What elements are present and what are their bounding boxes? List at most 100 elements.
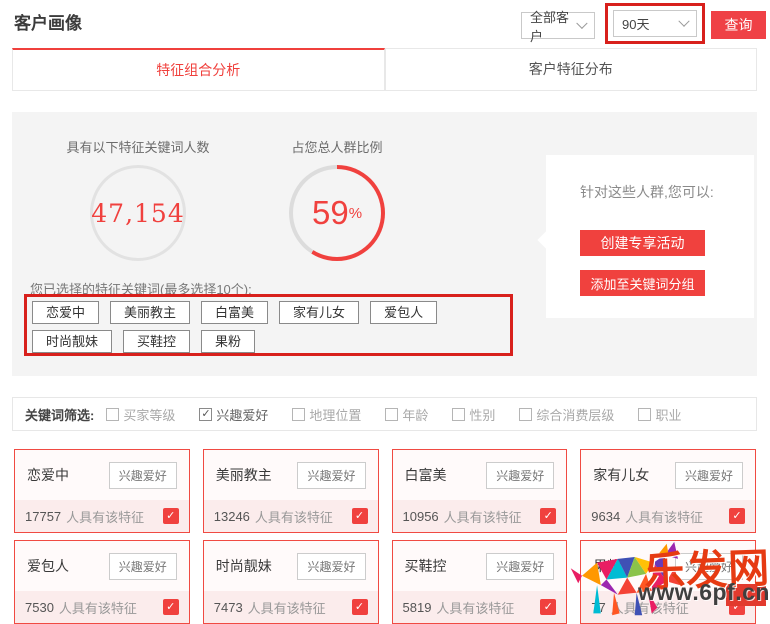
- feature-card-count-suffix: 人具有该特征: [625, 507, 703, 526]
- filter-option-4[interactable]: 性别: [452, 405, 495, 424]
- feature-card-count-suffix: 人具有该特征: [248, 598, 326, 617]
- count-value: 47,154: [91, 199, 184, 228]
- keyword-tag[interactable]: 白富美: [201, 301, 268, 324]
- feature-card-count: 7473: [214, 600, 243, 615]
- ratio-value: 59: [312, 194, 349, 232]
- chevron-down-icon: [678, 15, 689, 26]
- feature-card: 恋爱中 兴趣爱好 17757 人具有该特征: [14, 449, 190, 533]
- filter-option-5[interactable]: 综合消费层级: [519, 405, 614, 424]
- feature-card-count-suffix: 人具有该特征: [255, 507, 333, 526]
- checked-icon[interactable]: [163, 508, 179, 524]
- feature-card-category[interactable]: 兴趣爱好: [297, 553, 365, 580]
- checkbox-icon: [292, 408, 305, 421]
- create-activity-button[interactable]: 创建专享活动: [580, 230, 705, 256]
- ratio-ring: 59 %: [289, 165, 385, 261]
- keyword-tag[interactable]: 买鞋控: [123, 330, 190, 353]
- feature-card: 白富美 兴趣爱好 10956 人具有该特征: [392, 449, 568, 533]
- feature-card-count: 9634: [591, 509, 620, 524]
- feature-card-count-suffix: 人具有该特征: [66, 507, 144, 526]
- filter-bar-label: 关键词筛选:: [25, 405, 94, 424]
- feature-card-category[interactable]: 兴趣爱好: [297, 462, 365, 489]
- feature-card-title: 时尚靓妹: [216, 556, 272, 576]
- checkbox-icon: [638, 408, 651, 421]
- filter-option-2[interactable]: 地理位置: [292, 405, 361, 424]
- feature-card: 买鞋控 兴趣爱好 5819 人具有该特征: [392, 540, 568, 624]
- page-title: 客户画像: [14, 9, 82, 34]
- feature-card: 时尚靓妹 兴趣爱好 7473 人具有该特征: [203, 540, 379, 624]
- tab-customer-distribution[interactable]: 客户特征分布: [385, 48, 758, 91]
- feature-cards-grid: 恋爱中兴趣爱好 17757人具有该特征 美丽教主兴趣爱好 13246人具有该特征…: [14, 449, 756, 624]
- feature-card-title: 家有儿女: [593, 465, 649, 485]
- feature-card: 美丽教主 兴趣爱好 13246 人具有该特征: [203, 449, 379, 533]
- tab-bar: 特征组合分析 客户特征分布: [12, 48, 757, 91]
- feature-card-count-suffix: 人具有该特征: [436, 598, 514, 617]
- checked-icon[interactable]: [729, 599, 745, 615]
- feature-card: 家有儿女 兴趣爱好 9634 人具有该特征: [580, 449, 756, 533]
- checked-icon[interactable]: [729, 508, 745, 524]
- feature-card-count: 13246: [214, 509, 250, 524]
- checkbox-icon: [519, 408, 532, 421]
- keyword-tag[interactable]: 美丽教主: [110, 301, 190, 324]
- checked-icon[interactable]: [352, 599, 368, 615]
- period-dropdown[interactable]: 90天: [613, 10, 697, 37]
- keyword-tag[interactable]: 时尚靓妹: [32, 330, 112, 353]
- feature-card-count: 5819: [403, 600, 432, 615]
- period-dropdown-highlight-annotation: 90天: [605, 3, 705, 44]
- customer-scope-value: 全部客户: [530, 7, 578, 45]
- feature-card-title: 果粉: [593, 556, 621, 576]
- feature-card-count: 7530: [25, 600, 54, 615]
- query-button[interactable]: 查询: [711, 11, 766, 39]
- keyword-tag[interactable]: 爱包人: [370, 301, 437, 324]
- keyword-tag[interactable]: 恋爱中: [32, 301, 99, 324]
- checked-icon[interactable]: [352, 508, 368, 524]
- feature-card-category[interactable]: 兴趣爱好: [109, 462, 177, 489]
- checked-icon[interactable]: [540, 508, 556, 524]
- ratio-label: 占您总人群比例: [237, 137, 437, 156]
- header-controls: 全部客户 90天 查询: [521, 3, 766, 44]
- feature-card: 果粉 兴趣爱好 77 人具有该特征: [580, 540, 756, 624]
- feature-card-category[interactable]: 兴趣爱好: [109, 553, 177, 580]
- feature-card-title: 买鞋控: [405, 556, 447, 576]
- feature-card-category[interactable]: 兴趣爱好: [675, 462, 743, 489]
- ratio-unit: %: [349, 205, 362, 222]
- feature-card-count-suffix: 人具有该特征: [59, 598, 137, 617]
- feature-card-count: 10956: [403, 509, 439, 524]
- feature-card-count-suffix: 人具有该特征: [611, 598, 689, 617]
- filter-option-0[interactable]: 买家等级: [106, 405, 175, 424]
- filter-option-6[interactable]: 职业: [638, 405, 681, 424]
- feature-card-title: 美丽教主: [216, 465, 272, 485]
- customer-scope-dropdown[interactable]: 全部客户: [521, 12, 595, 39]
- feature-card-count-suffix: 人具有该特征: [444, 507, 522, 526]
- keyword-tag[interactable]: 果粉: [201, 330, 255, 353]
- action-panel-arrow: [538, 232, 555, 249]
- feature-card: 爱包人 兴趣爱好 7530 人具有该特征: [14, 540, 190, 624]
- feature-card-title: 爱包人: [27, 556, 69, 576]
- count-circle: 47,154: [90, 165, 186, 261]
- feature-card-count: 77: [591, 600, 605, 615]
- checked-icon[interactable]: [540, 599, 556, 615]
- feature-card-category[interactable]: 兴趣爱好: [486, 553, 554, 580]
- summary-panel: 具有以下特征关键词人数 47,154 占您总人群比例 59 % 您已选择的特征关…: [12, 112, 757, 376]
- feature-card-category[interactable]: 兴趣爱好: [675, 553, 743, 580]
- count-label: 具有以下特征关键词人数: [38, 137, 238, 156]
- checkbox-icon: [199, 408, 212, 421]
- tab-feature-combination[interactable]: 特征组合分析: [12, 48, 385, 91]
- action-prompt: 针对这些人群,您可以:: [580, 181, 730, 204]
- feature-card-title: 白富美: [405, 465, 447, 485]
- checked-icon[interactable]: [163, 599, 179, 615]
- add-to-keyword-group-button[interactable]: 添加至关键词分组: [580, 270, 705, 296]
- filter-option-3[interactable]: 年龄: [385, 405, 428, 424]
- filter-option-1[interactable]: 兴趣爱好: [199, 405, 268, 424]
- ratio-ring-inner: 59 %: [293, 169, 381, 257]
- checkbox-icon: [106, 408, 119, 421]
- feature-card-title: 恋爱中: [27, 465, 69, 485]
- keyword-filter-bar: 关键词筛选: 买家等级 兴趣爱好 地理位置 年龄 性别 综合消费层级 职业: [12, 397, 757, 431]
- action-panel: 针对这些人群,您可以: 创建专享活动 添加至关键词分组: [546, 155, 754, 318]
- feature-card-category[interactable]: 兴趣爱好: [486, 462, 554, 489]
- feature-card-count: 17757: [25, 509, 61, 524]
- checkbox-icon: [452, 408, 465, 421]
- period-value: 90天: [622, 14, 649, 33]
- checkbox-icon: [385, 408, 398, 421]
- keywords-highlight-annotation: 恋爱中 美丽教主 白富美 家有儿女 爱包人 时尚靓妹 买鞋控 果粉: [24, 294, 513, 356]
- keyword-tag[interactable]: 家有儿女: [279, 301, 359, 324]
